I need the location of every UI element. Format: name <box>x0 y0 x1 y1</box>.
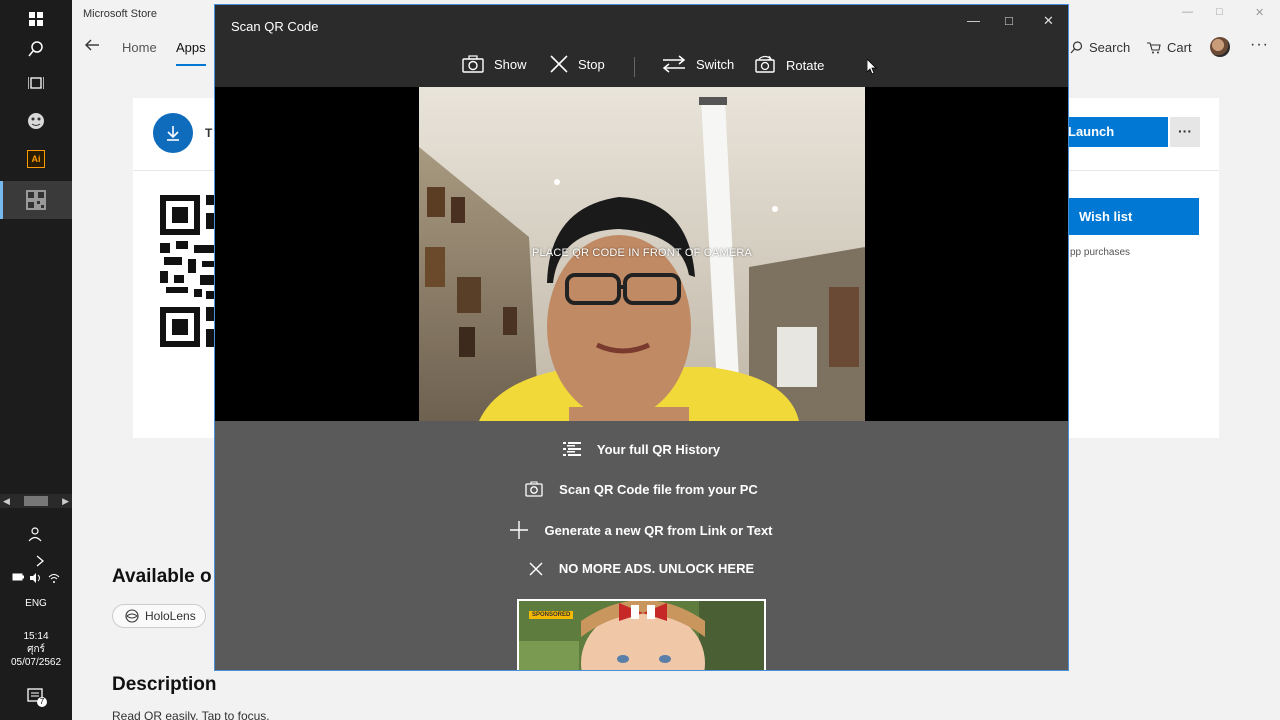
camera-toolbar: Show Stop Switch Rotate <box>215 55 1068 79</box>
search-button[interactable]: Search <box>1070 40 1130 55</box>
wifi-icon[interactable] <box>48 573 60 583</box>
cortana-icon[interactable] <box>0 102 72 140</box>
clock-time: 15:14 <box>23 631 49 642</box>
description-heading: Description <box>112 674 217 695</box>
close-icon[interactable]: ✕ <box>1043 13 1054 29</box>
description-text: Read QR easily. Tap to focus. <box>112 709 270 720</box>
nav-apps[interactable]: Apps <box>176 40 206 66</box>
in-app-purchases-label: pp purchases <box>1070 247 1131 258</box>
launch-button[interactable]: Launch <box>1052 117 1168 147</box>
generate-qr-link[interactable]: Generate a new QR from Link or Text <box>215 521 1068 539</box>
language-indicator[interactable]: ENG <box>0 598 72 609</box>
clock-date: 05/07/2562 <box>10 657 62 668</box>
download-icon <box>153 113 193 153</box>
app-qr-logo <box>160 195 214 347</box>
more-options-icon[interactable]: ··· <box>1250 36 1269 54</box>
camera-icon <box>462 55 484 73</box>
show-label: Show <box>494 56 527 72</box>
scroll-left-icon[interactable]: ◀ <box>3 496 10 507</box>
switch-label: Switch <box>696 56 735 72</box>
notification-icon[interactable]: 7 <box>26 688 47 707</box>
camera-viewport[interactable]: PLACE QR CODE IN FRONT OF CAMERA <box>215 87 1068 421</box>
qr-scanner-icon[interactable] <box>0 181 72 219</box>
app-title: T <box>205 126 213 140</box>
toolbar-separator <box>634 57 635 77</box>
volume-icon[interactable] <box>30 573 42 583</box>
search-icon <box>1070 41 1083 54</box>
search-icon[interactable] <box>0 30 72 68</box>
qr-history-link[interactable]: Your full QR History <box>215 441 1068 457</box>
taskbar-scrollbar[interactable]: ◀ ▶ <box>0 494 72 508</box>
camera-prompt: PLACE QR CODE IN FRONT OF CAMERA <box>531 247 753 259</box>
back-arrow-icon[interactable] <box>84 38 100 57</box>
close-x-icon <box>529 562 543 575</box>
scroll-thumb[interactable] <box>24 496 48 506</box>
switch-button[interactable]: Switch <box>662 55 734 73</box>
hololens-chip: HoloLens <box>112 604 206 628</box>
notification-count: 7 <box>37 697 47 707</box>
available-on-heading: Available o <box>112 566 212 587</box>
illustrator-icon[interactable]: Ai <box>0 140 72 178</box>
switch-arrows-icon <box>662 55 686 73</box>
no-ads-link[interactable]: NO MORE ADS. UNLOCK HERE <box>215 561 1068 576</box>
hololens-label: HoloLens <box>145 609 196 623</box>
show-button[interactable]: Show <box>462 55 527 73</box>
wishlist-button[interactable]: Wish list <box>1052 198 1199 235</box>
scan-file-label: Scan QR Code file from your PC <box>559 481 758 497</box>
more-button[interactable]: ··· <box>1170 117 1200 147</box>
history-list-icon <box>562 442 581 456</box>
cart-label: Cart <box>1167 40 1192 55</box>
scan-qr-window: Scan QR Code — □ ✕ Show Stop Switch Rota… <box>214 4 1069 671</box>
generate-qr-label: Generate a new QR from Link or Text <box>544 522 773 538</box>
store-title: Microsoft Store <box>83 8 157 20</box>
maximize-icon[interactable]: □ <box>1005 13 1013 28</box>
stop-x-icon <box>550 55 568 73</box>
close-icon[interactable]: ✕ <box>1255 6 1264 19</box>
no-ads-label: NO MORE ADS. UNLOCK HERE <box>558 561 755 576</box>
maximize-icon[interactable]: □ <box>1216 6 1223 18</box>
task-view-icon[interactable] <box>0 64 72 102</box>
sponsored-tag: SPONSORED <box>529 611 574 619</box>
battery-icon[interactable] <box>12 573 24 581</box>
clock[interactable]: 15:14 ศุกร์ 05/07/2562 <box>0 630 72 669</box>
avatar[interactable] <box>1210 37 1230 57</box>
window-title: Scan QR Code <box>231 19 319 34</box>
qr-history-label: Your full QR History <box>596 441 721 457</box>
camera-icon <box>525 481 543 497</box>
ad-banner[interactable]: SPONSORED <box>517 599 766 670</box>
rotate-label: Rotate <box>786 57 825 73</box>
minimize-icon[interactable]: — <box>1182 6 1193 18</box>
scan-file-link[interactable]: Scan QR Code file from your PC <box>215 481 1068 497</box>
cart-icon <box>1147 41 1161 53</box>
minimize-icon[interactable]: — <box>967 13 980 28</box>
mouse-cursor-icon <box>867 59 877 75</box>
system-tray <box>0 573 72 583</box>
camera-feed: PLACE QR CODE IN FRONT OF CAMERA <box>419 87 865 421</box>
taskbar: Ai ◀ ▶ ENG 15:14 ศุกร์ 05/07/2562 7 <box>0 0 72 720</box>
stop-label: Stop <box>578 56 605 72</box>
hololens-icon <box>125 609 139 623</box>
cart-button[interactable]: Cart <box>1147 40 1192 55</box>
plus-icon <box>510 521 529 539</box>
nav-home[interactable]: Home <box>122 40 157 55</box>
rotate-button[interactable]: Rotate <box>754 55 824 75</box>
rotate-camera-icon <box>755 55 775 73</box>
search-label: Search <box>1089 40 1131 55</box>
stop-button[interactable]: Stop <box>550 55 605 73</box>
scroll-right-icon[interactable]: ▶ <box>62 496 69 507</box>
clock-day: ศุกร์ <box>27 644 45 655</box>
